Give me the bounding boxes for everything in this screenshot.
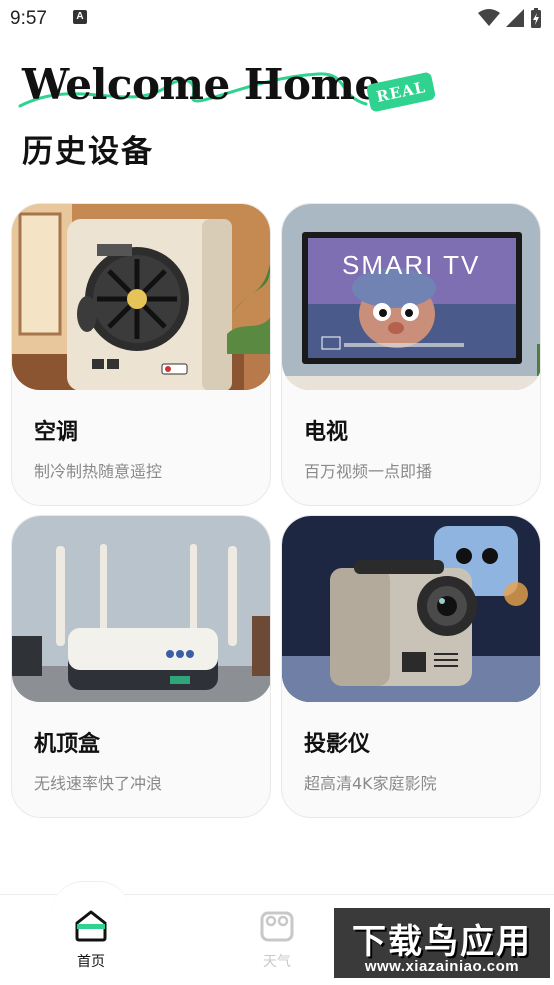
device-card-projector[interactable]: 投影仪 超高清4K家庭影院 [281,515,541,818]
nav-label-weather: 天气 [263,954,291,970]
nav-label-home: 首页 [77,954,105,970]
device-title: 投影仪 [304,732,371,757]
watermark: 下载鸟应用 www.xiazainiao.com [332,906,552,980]
device-title: 机顶盒 [34,732,101,757]
status-icons [478,8,542,28]
projector-image [282,516,540,702]
device-subtitle: 百万视频一点即播 [304,462,433,481]
watermark-url: www.xiazainiao.com [364,958,520,975]
nav-item-home[interactable]: 首页 [61,907,121,971]
device-card-tv[interactable]: SMARI TV 电视 百万视频一点即播 [281,203,541,506]
tv-screen-text: SMARI TV [342,250,480,280]
device-card-set-top-box[interactable]: 机顶盒 无线速率快了冲浪 [11,515,271,818]
battery-icon [531,8,541,28]
set-top-box-image [12,516,270,702]
device-subtitle: 无线速率快了冲浪 [34,774,163,793]
status-time: 9:57 [10,8,47,29]
device-subtitle: 制冷制热随意遥控 [34,462,163,481]
signal-icon [506,9,524,27]
weather-icon [260,911,294,942]
notification-icon: A [73,10,87,24]
nav-item-weather[interactable]: 天气 [247,907,307,971]
section-title: 历史设备 [22,134,154,170]
wifi-icon [478,9,500,26]
watermark-title: 下载鸟应用 [352,922,532,962]
welcome-title: Welcome Home [22,60,381,109]
smart-tv-image: SMARI TV [282,204,540,390]
device-subtitle: 超高清4K家庭影院 [304,774,437,793]
air-conditioner-image [12,204,270,390]
status-bar: 9:57 A [0,0,554,38]
device-title: 空调 [34,420,79,445]
home-icon [75,910,107,942]
device-title: 电视 [304,420,349,445]
device-card-air-conditioner[interactable]: 空调 制冷制热随意遥控 [11,203,271,506]
